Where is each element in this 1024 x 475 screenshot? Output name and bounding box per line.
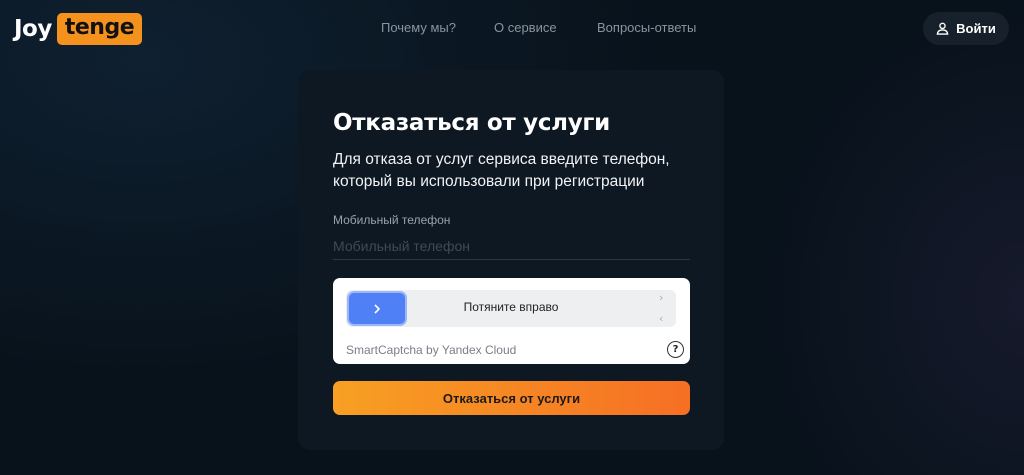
- chevron-right-small-icon: ›: [659, 291, 664, 304]
- chevron-right-icon: [374, 303, 381, 314]
- login-button-label: Войти: [956, 21, 996, 36]
- captcha-slider-track[interactable]: Потяните вправо › ‹: [346, 290, 676, 327]
- user-icon: [936, 22, 949, 35]
- question-circle-icon[interactable]: ?: [667, 341, 684, 358]
- phone-input[interactable]: [333, 232, 690, 260]
- page-title: Отказаться от услуги: [333, 110, 610, 136]
- login-button[interactable]: Войти: [923, 12, 1009, 45]
- logo[interactable]: Joy tenge: [14, 13, 143, 45]
- captcha-brand: SmartCaptcha by Yandex Cloud: [346, 343, 517, 357]
- smart-captcha: Потяните вправо › ‹ SmartCaptcha by Yand…: [333, 278, 690, 364]
- logo-text-tenge: tenge: [56, 13, 143, 45]
- unsubscribe-card: Отказаться от услуги Для отказа от услуг…: [298, 70, 724, 450]
- captcha-slider-handle[interactable]: [349, 293, 405, 324]
- slider-arrows: › ‹: [659, 291, 669, 326]
- nav-link-faq[interactable]: Вопросы-ответы: [597, 20, 696, 35]
- unsubscribe-submit-button[interactable]: Отказаться от услуги: [333, 381, 690, 415]
- phone-field-label: Мобильный телефон: [333, 213, 451, 227]
- nav-link-about-service[interactable]: О сервисе: [494, 20, 557, 35]
- logo-text-joy: Joy: [14, 16, 52, 42]
- page-subtitle: Для отказа от услуг сервиса введите теле…: [333, 151, 670, 190]
- chevron-left-small-icon: ‹: [659, 312, 664, 325]
- nav-link-why-us[interactable]: Почему мы?: [381, 20, 456, 35]
